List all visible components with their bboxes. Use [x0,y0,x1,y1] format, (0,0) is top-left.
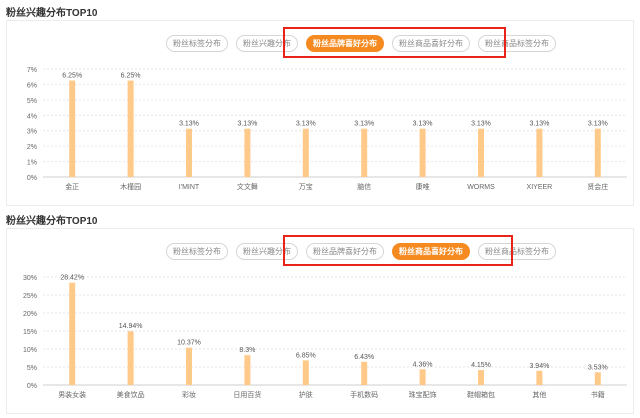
bar [594,372,601,385]
data-label: 10.37% [177,340,201,347]
x-tick-label: 万宝 [299,182,313,191]
data-label: 6.43% [354,354,374,361]
y-tick-label: 1% [27,160,37,167]
x-tick-label: 康唯 [416,182,430,191]
data-label: 3.53% [588,364,608,371]
data-label: 3.13% [179,121,199,128]
data-label: 14.94% [119,323,143,330]
data-label: 3.13% [413,121,433,128]
x-tick-label: WORMS [467,184,495,191]
bar [302,360,309,385]
y-tick-label: 5% [27,98,37,105]
x-tick-label: XIYEER [527,184,553,191]
section-title-brand: 粉丝兴趣分布TOP10 [6,8,98,19]
bar [419,369,426,385]
y-tick-label: 2% [27,144,37,151]
bar [536,370,543,385]
x-tick-label: 手机数码 [350,390,378,399]
y-tick-label: 0% [27,175,37,182]
data-label: 3.13% [354,121,374,128]
y-tick-label: 4% [27,113,37,120]
bar [419,128,426,177]
data-label: 3.13% [529,121,549,128]
data-label: 6.25% [62,73,82,80]
x-tick-label: 美食饮品 [117,390,145,399]
x-tick-label: 金正 [65,182,79,191]
x-tick-label: 护肤 [299,390,313,399]
data-label: 8.3% [239,347,255,354]
bar [244,355,251,385]
y-tick-label: 7% [27,67,37,74]
bar [594,128,601,177]
data-label: 3.94% [529,363,549,370]
x-tick-label: 其他 [532,390,546,399]
y-tick-label: 0% [27,383,37,390]
x-tick-label: 书籍 [591,390,605,399]
data-label: 4.36% [413,361,433,368]
x-tick-label: 文文舞 [237,182,258,191]
product-preference-chart: 0% 5% 10% 15% 20% 25% 30% 28.42% 男装女装 14.94% 美食饮品 1… [23,275,627,399]
data-label: 3.13% [296,121,316,128]
data-label: 3.13% [471,121,491,128]
x-tick-label: 日用百货 [233,390,261,399]
tab-fan-tags[interactable]: 粉丝标签分布 [166,35,228,52]
data-label: 28.42% [60,275,84,282]
brand-preference-card: 粉丝标签分布 粉丝兴趣分布 粉丝品牌喜好分布 粉丝商品喜好分布 粉丝商品标签分布… [6,20,634,206]
y-tick-label: 10% [23,347,37,354]
bar [244,128,251,177]
bar [361,361,368,385]
bar [478,128,484,177]
y-tick-label: 15% [23,329,37,336]
data-label: 6.85% [296,352,316,359]
highlight-box [283,235,513,266]
bar [69,282,76,385]
x-tick-label: 彩妆 [182,390,196,399]
y-tick-label: 6% [27,82,37,89]
data-label: 3.13% [237,121,257,128]
section-title-product: 粉丝兴趣分布TOP10 [6,216,98,227]
bar [186,347,192,385]
x-tick-label: 男装女装 [58,390,86,399]
bar [186,128,192,177]
x-tick-label: 珠宝配饰 [409,390,437,399]
bar [536,128,543,177]
x-tick-label: 木槿园 [120,182,141,191]
data-label: 4.15% [471,362,491,369]
x-tick-label: I'MINT [179,184,200,191]
x-tick-label: 鞋帽箱包 [467,390,495,399]
y-tick-label: 20% [23,311,37,318]
bar [69,80,76,177]
bar [361,128,368,177]
bar [127,331,134,385]
x-tick-label: 脑信 [357,182,371,191]
data-label: 3.13% [588,121,608,128]
highlight-box [283,27,506,58]
y-tick-label: 3% [27,129,37,136]
data-label: 6.25% [121,73,141,80]
bar [127,80,134,177]
bar [302,128,309,177]
product-preference-card: 粉丝标签分布 粉丝兴趣分布 粉丝品牌喜好分布 粉丝商品喜好分布 粉丝商品标签分布… [6,228,634,414]
bar [478,370,484,385]
y-tick-label: 5% [27,365,37,372]
tab-fan-tags[interactable]: 粉丝标签分布 [166,243,228,260]
x-tick-label: 贤会庄 [587,182,608,191]
brand-preference-chart: 0% 1% 2% 3% 4% 5% 6% 7% 6.25% 金正 6.25% 木槿园 3.13% I'MI… [27,67,627,191]
y-tick-label: 30% [23,275,37,282]
y-tick-label: 25% [23,293,37,300]
